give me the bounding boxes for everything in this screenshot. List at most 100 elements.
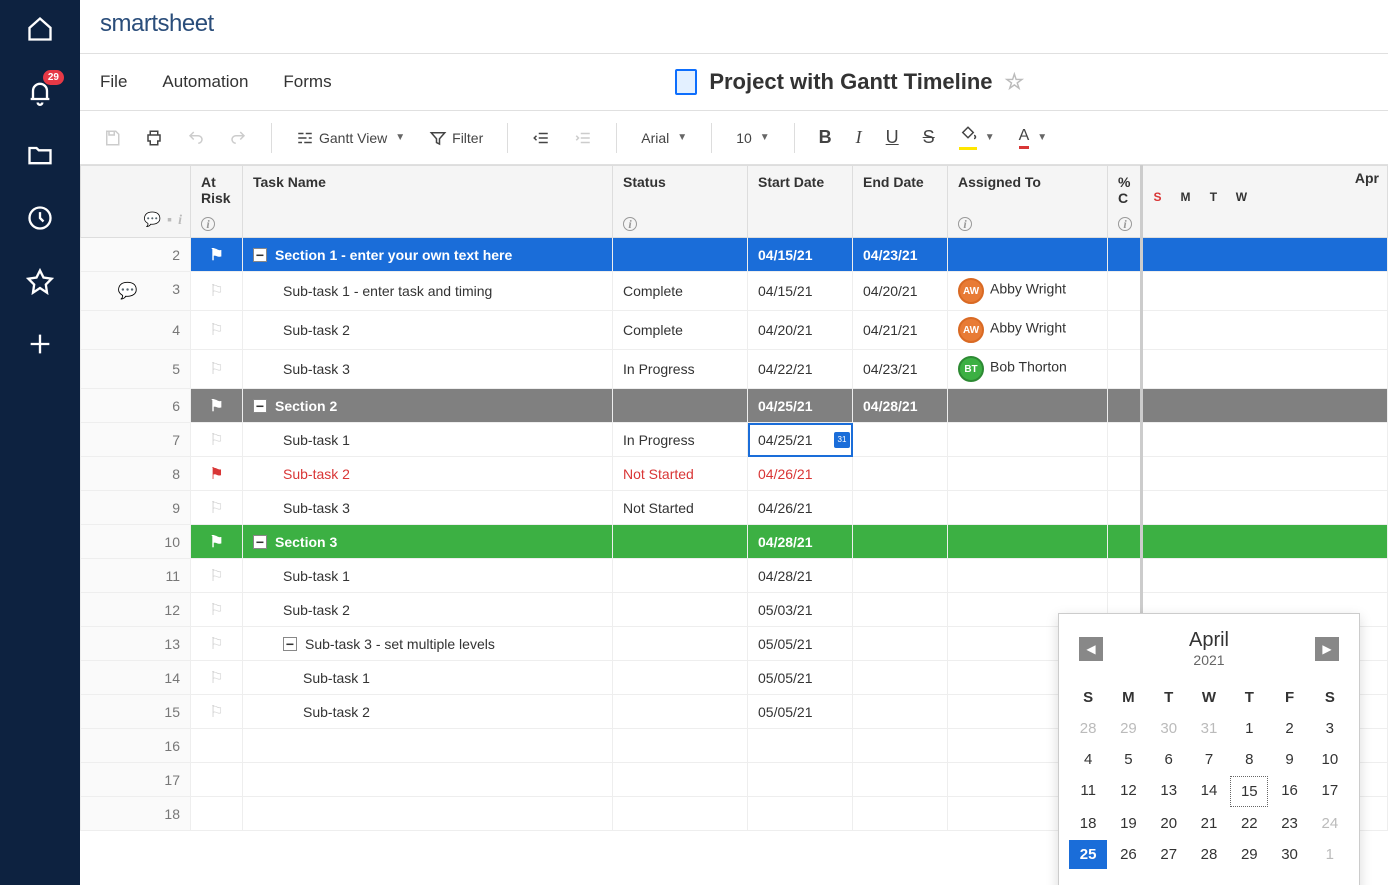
row-number[interactable]: 6 xyxy=(81,389,191,423)
datepicker-day[interactable]: 22 xyxy=(1230,809,1268,838)
datepicker-day[interactable]: 2 xyxy=(1270,714,1308,743)
status-cell[interactable]: Not Started xyxy=(613,491,748,525)
status-cell[interactable] xyxy=(613,661,748,695)
header-start-date[interactable]: Start Date xyxy=(748,166,853,238)
datepicker-next-button[interactable]: ▶ xyxy=(1315,637,1339,661)
table-row[interactable]: 7 ⚐ Sub-task 1In Progress04/25/2131 xyxy=(81,423,1388,457)
table-row[interactable]: 6⚑−Section 204/25/2104/28/21 xyxy=(81,389,1388,423)
flag-icon[interactable]: ⚐ xyxy=(209,500,223,517)
datepicker-day[interactable]: 21 xyxy=(1190,809,1228,838)
datepicker-day[interactable]: 17 xyxy=(1311,776,1349,807)
task-name-cell[interactable] xyxy=(243,763,613,797)
gantt-cell[interactable] xyxy=(1142,350,1388,389)
table-row[interactable]: 2⚑−Section 1 - enter your own text here0… xyxy=(81,238,1388,272)
status-cell[interactable] xyxy=(613,627,748,661)
fill-color-button[interactable]: ▼ xyxy=(951,119,1003,156)
datepicker-day[interactable]: 20 xyxy=(1150,809,1188,838)
status-cell[interactable]: In Progress xyxy=(613,423,748,457)
risk-cell[interactable]: ⚐ xyxy=(191,272,243,311)
row-number[interactable]: 18 xyxy=(81,797,191,831)
gantt-cell[interactable] xyxy=(1142,238,1388,272)
datepicker-day[interactable]: 25 xyxy=(1069,840,1107,869)
percent-complete-cell[interactable] xyxy=(1108,272,1142,311)
risk-cell[interactable] xyxy=(191,763,243,797)
print-button[interactable] xyxy=(137,123,171,153)
end-date-cell[interactable] xyxy=(853,729,948,763)
task-name-cell[interactable]: −Section 1 - enter your own text here xyxy=(243,238,613,272)
percent-complete-cell[interactable] xyxy=(1108,311,1142,350)
start-date-cell[interactable]: 04/26/21 xyxy=(748,457,853,491)
row-number[interactable]: 4 xyxy=(81,311,191,350)
risk-cell[interactable]: ⚐ xyxy=(191,491,243,525)
status-cell[interactable]: Not Started xyxy=(613,457,748,491)
task-name-cell[interactable]: Sub-task 2 xyxy=(243,593,613,627)
task-name-cell[interactable]: Sub-task 3 xyxy=(243,491,613,525)
datepicker-day[interactable]: 10 xyxy=(1311,745,1349,774)
datepicker-day[interactable]: 24 xyxy=(1311,809,1349,838)
view-switcher[interactable]: Gantt View▼ xyxy=(288,123,413,153)
datepicker-day[interactable]: 14 xyxy=(1190,776,1228,807)
row-number[interactable]: 7 xyxy=(81,423,191,457)
italic-button[interactable]: I xyxy=(848,121,870,154)
row-number[interactable]: 8 xyxy=(81,457,191,491)
status-cell[interactable]: Complete xyxy=(613,311,748,350)
start-date-cell[interactable] xyxy=(748,763,853,797)
status-cell[interactable] xyxy=(613,695,748,729)
task-name-cell[interactable]: Sub-task 2 xyxy=(243,311,613,350)
task-name-cell[interactable]: −Sub-task 3 - set multiple levels xyxy=(243,627,613,661)
outdent-button[interactable] xyxy=(524,123,558,153)
home-icon[interactable] xyxy=(26,15,54,43)
table-row[interactable]: 5⚐Sub-task 3In Progress04/22/2104/23/21B… xyxy=(81,350,1388,389)
datepicker-day[interactable]: 18 xyxy=(1069,809,1107,838)
start-date-cell[interactable]: 04/26/21 xyxy=(748,491,853,525)
assigned-to-cell[interactable] xyxy=(948,559,1108,593)
percent-complete-cell[interactable] xyxy=(1108,491,1142,525)
flag-icon[interactable]: ⚐ xyxy=(209,432,223,449)
datepicker-day[interactable]: 19 xyxy=(1109,809,1147,838)
start-date-cell[interactable]: 04/15/21 xyxy=(748,272,853,311)
row-number[interactable]: 15 xyxy=(81,695,191,729)
task-name-cell[interactable]: Sub-task 1 xyxy=(243,559,613,593)
end-date-cell[interactable] xyxy=(853,627,948,661)
task-name-cell[interactable]: Sub-task 1 xyxy=(243,423,613,457)
flag-icon[interactable]: ⚑ xyxy=(209,466,223,483)
start-date-cell[interactable]: 04/28/21 xyxy=(748,559,853,593)
end-date-cell[interactable] xyxy=(853,491,948,525)
favorite-star-icon[interactable]: ☆ xyxy=(1005,69,1025,95)
gantt-cell[interactable] xyxy=(1142,559,1388,593)
start-date-cell[interactable]: 04/20/21 xyxy=(748,311,853,350)
row-number[interactable]: 14 xyxy=(81,661,191,695)
datepicker-day[interactable]: 5 xyxy=(1109,745,1147,774)
status-cell[interactable]: In Progress xyxy=(613,350,748,389)
start-date-cell[interactable]: 04/25/2131 xyxy=(748,423,853,457)
flag-icon[interactable]: ⚐ xyxy=(209,670,223,687)
start-date-cell[interactable] xyxy=(748,729,853,763)
header-status[interactable]: Statusi xyxy=(613,166,748,238)
end-date-cell[interactable]: 04/23/21 xyxy=(853,350,948,389)
risk-cell[interactable]: ⚐ xyxy=(191,695,243,729)
flag-icon[interactable]: ⚐ xyxy=(209,361,223,378)
task-name-cell[interactable] xyxy=(243,729,613,763)
risk-cell[interactable] xyxy=(191,797,243,831)
percent-complete-cell[interactable] xyxy=(1108,350,1142,389)
gantt-cell[interactable] xyxy=(1142,491,1388,525)
table-row[interactable]: 10⚑−Section 304/28/21 xyxy=(81,525,1388,559)
gantt-cell[interactable] xyxy=(1142,311,1388,350)
add-icon[interactable] xyxy=(26,330,54,358)
percent-complete-cell[interactable] xyxy=(1108,559,1142,593)
end-date-cell[interactable]: 04/28/21 xyxy=(853,389,948,423)
datepicker-day[interactable]: 11 xyxy=(1069,776,1107,807)
assigned-to-cell[interactable] xyxy=(948,491,1108,525)
menu-automation[interactable]: Automation xyxy=(162,72,248,92)
comment-icon[interactable]: 💬 xyxy=(118,283,138,300)
table-row[interactable]: 8⚑Sub-task 2Not Started04/26/21 xyxy=(81,457,1388,491)
row-number[interactable]: 16 xyxy=(81,729,191,763)
flag-icon[interactable]: ⚐ xyxy=(209,283,223,300)
status-cell[interactable] xyxy=(613,238,748,272)
collapse-toggle[interactable]: − xyxy=(253,399,267,413)
header-percent-complete[interactable]: % Ci xyxy=(1108,166,1142,238)
datepicker-prev-button[interactable]: ◀ xyxy=(1079,637,1103,661)
datepicker-day[interactable]: 1 xyxy=(1230,714,1268,743)
assigned-to-cell[interactable] xyxy=(948,389,1108,423)
status-cell[interactable] xyxy=(613,389,748,423)
